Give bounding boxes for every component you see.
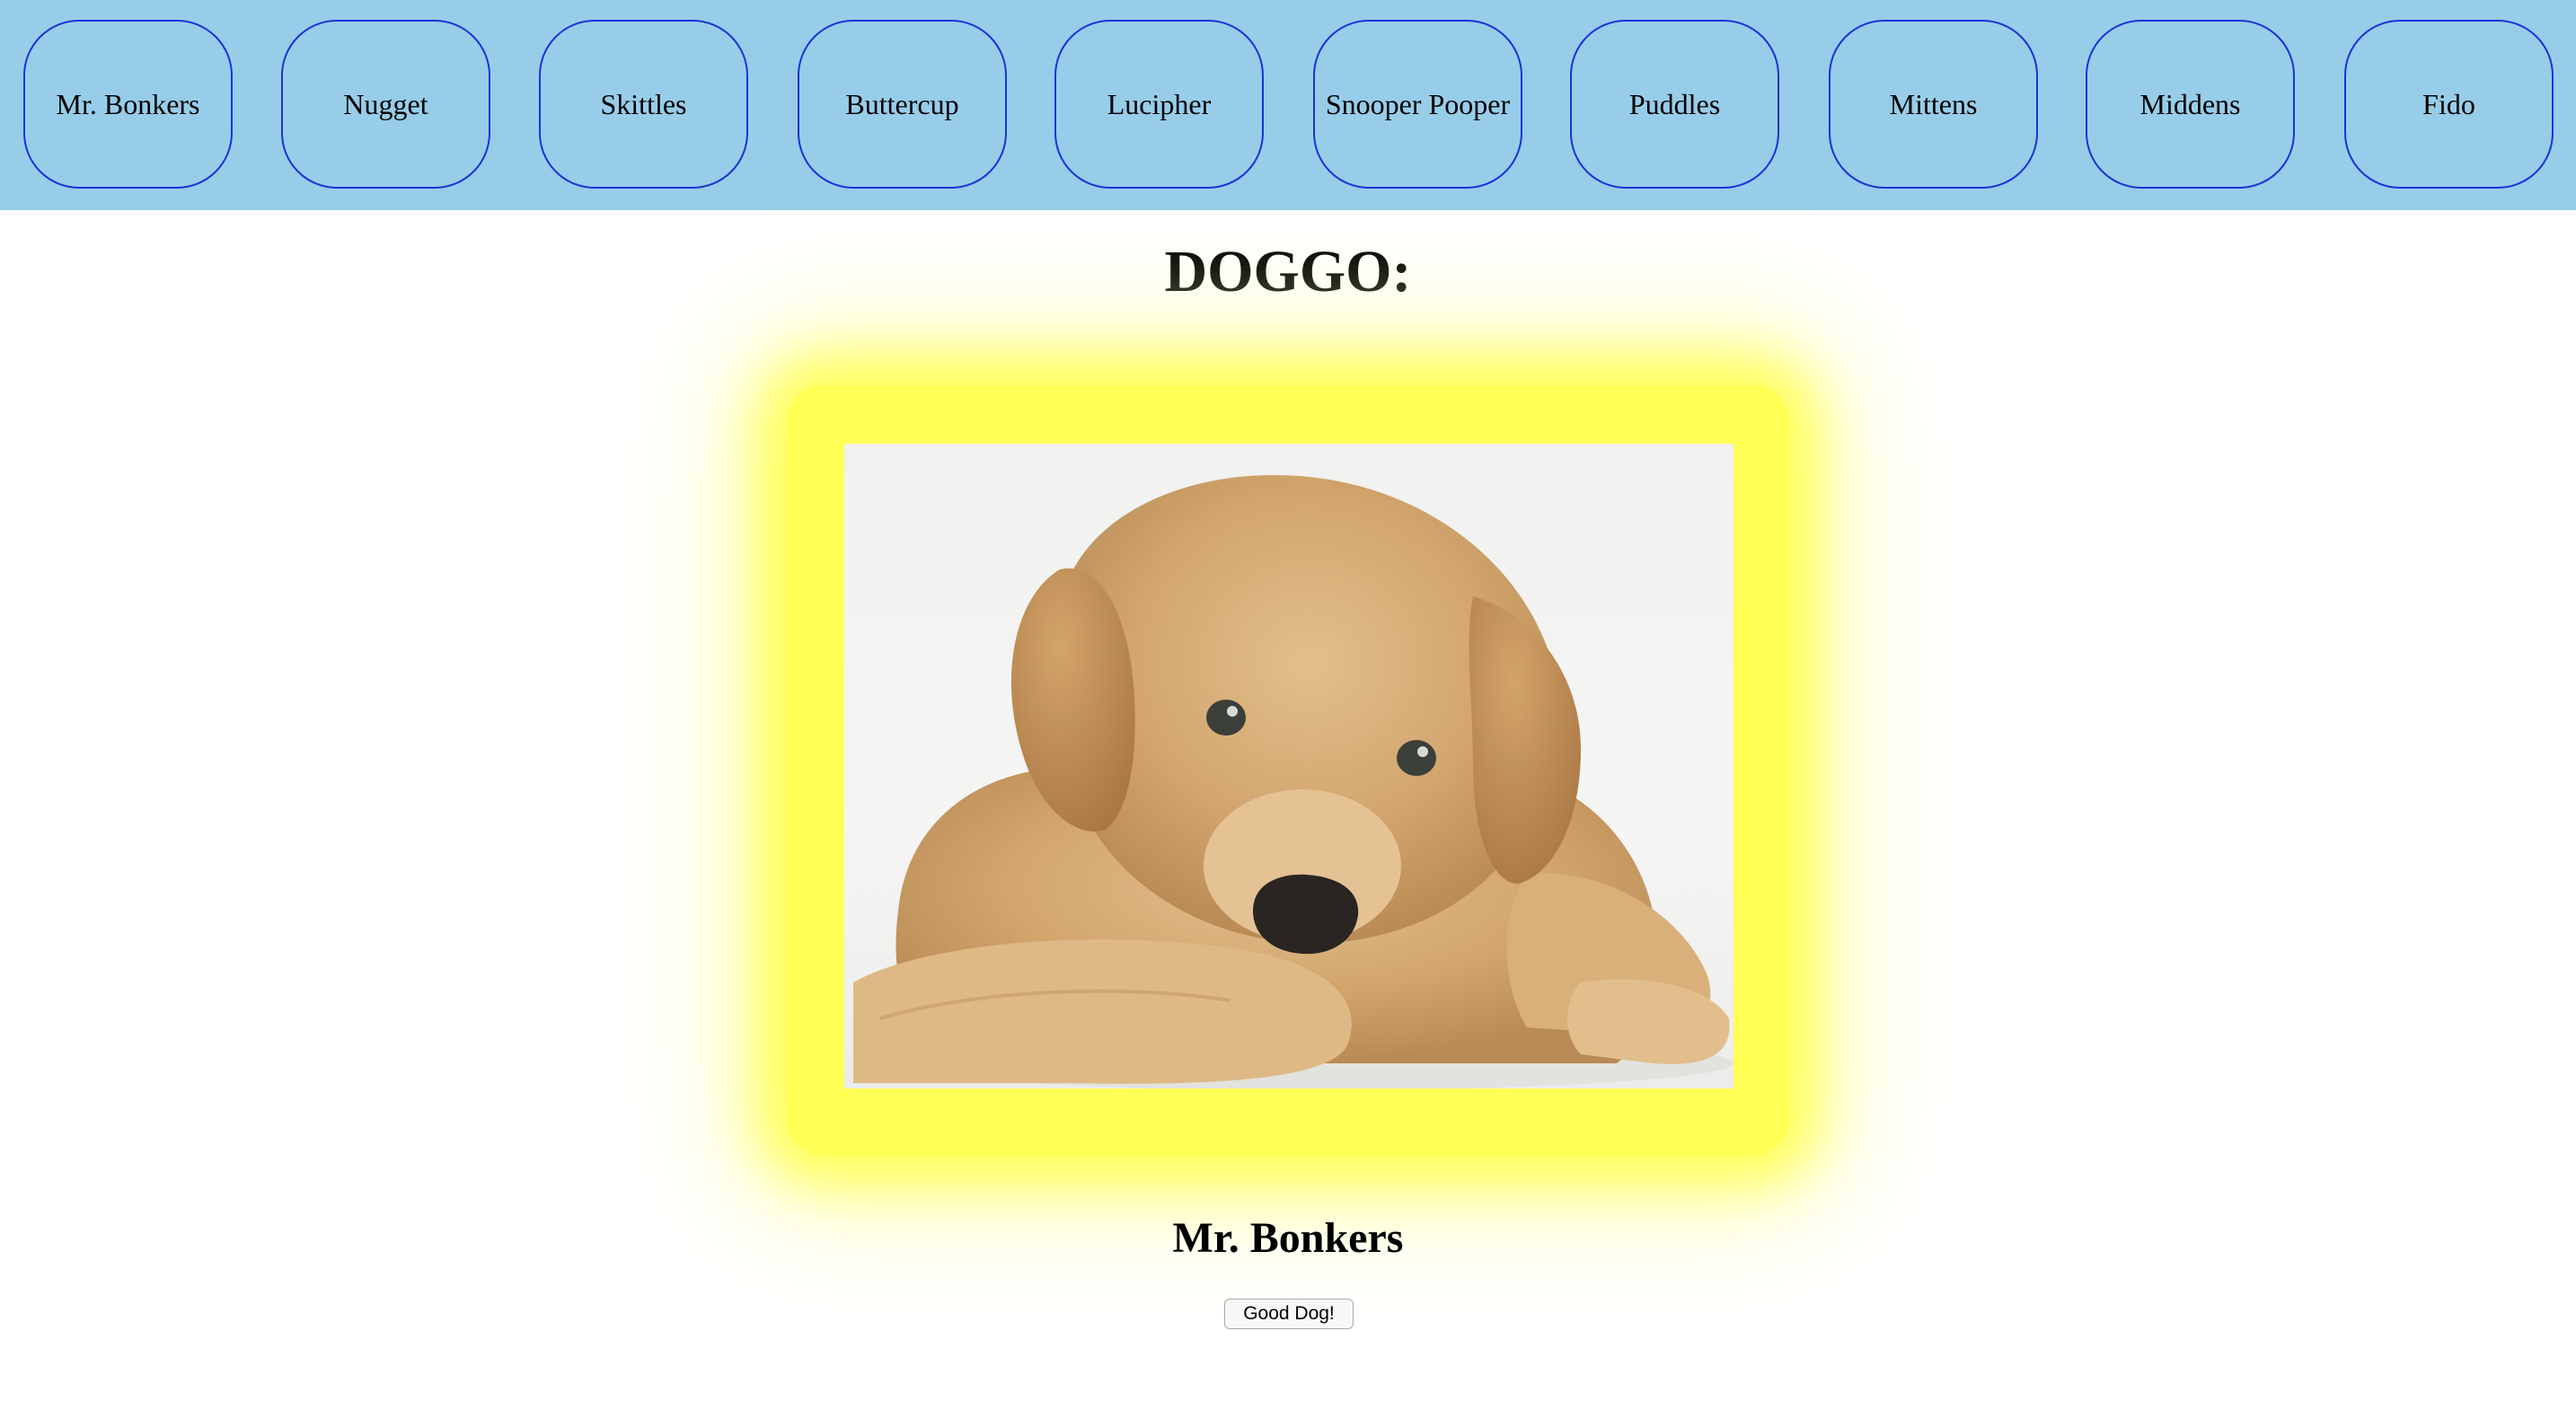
good-dog-button[interactable]: Good Dog! (1224, 1299, 1354, 1329)
dog-button-nugget[interactable]: Nugget (281, 20, 490, 189)
page-title: DOGGO: (1164, 239, 1412, 304)
dog-button-skittles[interactable]: Skittles (539, 20, 748, 189)
dog-button-middens[interactable]: Middens (2086, 20, 2295, 189)
dog-button-mr-bonkers[interactable]: Mr. Bonkers (23, 20, 233, 189)
dog-button-buttercup[interactable]: Buttercup (798, 20, 1007, 189)
dog-photo (844, 444, 1734, 1088)
dog-name-nav-bar: Mr. Bonkers Nugget Skittles Buttercup Lu… (0, 0, 2576, 210)
dog-button-puddles[interactable]: Puddles (1570, 20, 1779, 189)
dog-button-fido[interactable]: Fido (2344, 20, 2554, 189)
dog-name-caption: Mr. Bonkers (1172, 1214, 1404, 1262)
puppy-illustration (853, 474, 1734, 1088)
dog-button-lucipher[interactable]: Lucipher (1054, 20, 1264, 189)
dog-button-snooper-pooper[interactable]: Snooper Pooper (1313, 20, 1522, 189)
dog-button-mittens[interactable]: Mittens (1829, 20, 2038, 189)
